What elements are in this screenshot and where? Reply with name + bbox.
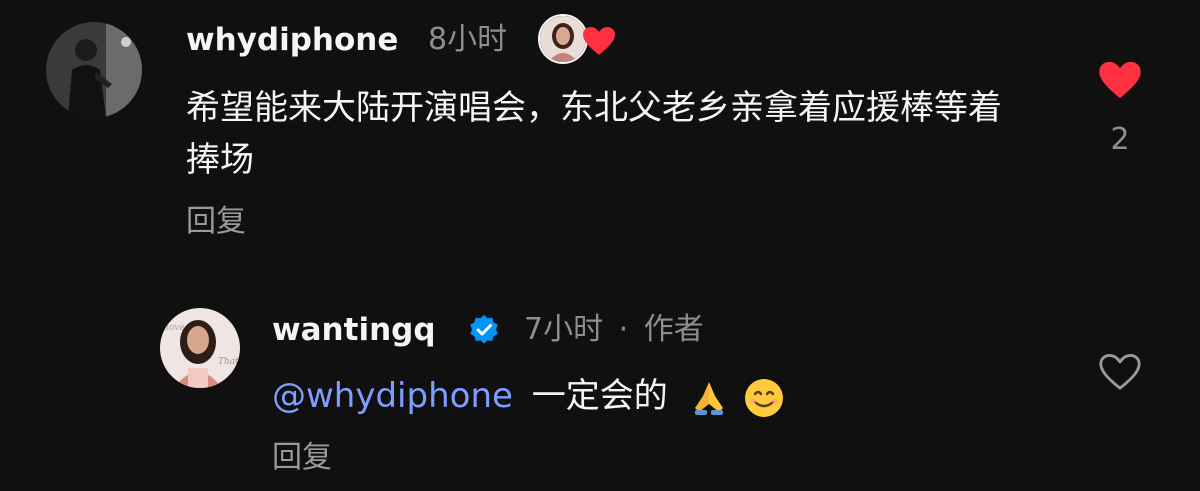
svg-text:That: That bbox=[218, 357, 239, 367]
comment-reply-button[interactable]: 回复 bbox=[186, 202, 246, 242]
reply-author-avatar[interactable]: love That bbox=[160, 308, 240, 388]
reply-meta: 7小时 · 作者 bbox=[524, 310, 704, 350]
reply-text: 一定会的 bbox=[531, 376, 668, 416]
meta-separator: · bbox=[618, 312, 629, 347]
mention-link[interactable]: @whydiphone bbox=[272, 376, 513, 416]
reply-like-heart-outline-icon[interactable] bbox=[1098, 352, 1142, 392]
reply-text-line: @whydiphone 一定会的 bbox=[272, 370, 785, 422]
commenter-avatar[interactable] bbox=[46, 22, 142, 118]
comment-text: 希望能来大陆开演唱会，东北父老乡亲拿着应援棒等着捧场 bbox=[186, 88, 1002, 180]
folded-hands-icon bbox=[694, 381, 723, 415]
comment-like-heart-filled-icon[interactable] bbox=[1098, 60, 1142, 100]
heart-icon bbox=[583, 27, 615, 55]
reply-reply-button[interactable]: 回复 bbox=[272, 438, 332, 478]
reply-author-username[interactable]: wantingq bbox=[272, 310, 436, 350]
verified-badge-icon bbox=[470, 315, 498, 344]
comment-like-count: 2 bbox=[1110, 122, 1130, 157]
author-liked-badge bbox=[538, 14, 620, 66]
reply-timestamp: 7小时 bbox=[524, 312, 604, 347]
svg-text:love: love bbox=[166, 323, 185, 333]
commenter-username[interactable]: whydiphone bbox=[186, 20, 398, 60]
smiling-face-icon bbox=[745, 378, 784, 417]
author-label: 作者 bbox=[643, 312, 704, 347]
author-mini-avatar bbox=[538, 14, 588, 64]
comment-timestamp: 8小时 bbox=[428, 22, 508, 57]
